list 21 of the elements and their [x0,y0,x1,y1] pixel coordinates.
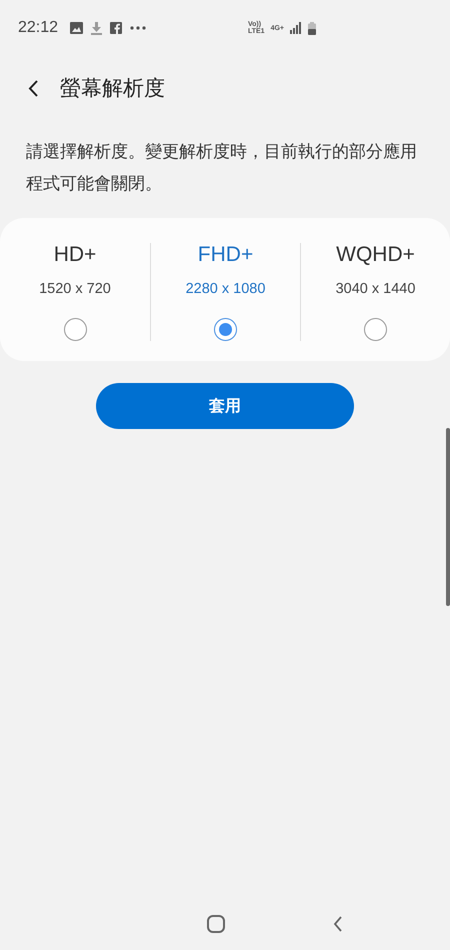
apply-button[interactable]: 套用 [96,383,354,429]
signal-icon [290,22,302,34]
back-icon[interactable] [28,80,38,96]
resolution-size: 3040 x 1440 [336,281,416,297]
description-text: 請選擇解析度。變更解析度時，目前執行的部分應用程式可能會關閉。 [26,141,418,195]
radio-button[interactable] [64,318,86,341]
home-icon[interactable] [207,915,225,933]
status-time: 22:12 [18,19,58,37]
radio-button[interactable] [214,318,237,341]
facebook-icon [110,22,122,34]
resolution-name: WQHD+ [336,243,415,267]
resolution-size: 1520 x 720 [39,281,111,297]
image-icon [70,22,84,34]
battery-icon [308,22,316,34]
resolution-name: FHD+ [198,243,254,267]
resolution-size: 2280 x 1080 [186,281,266,297]
resolution-name: HD+ [54,243,96,267]
more-icon [130,26,146,30]
radio-button[interactable] [364,318,387,341]
download-icon [91,22,102,34]
page-title: 螢幕解析度 [60,76,165,102]
